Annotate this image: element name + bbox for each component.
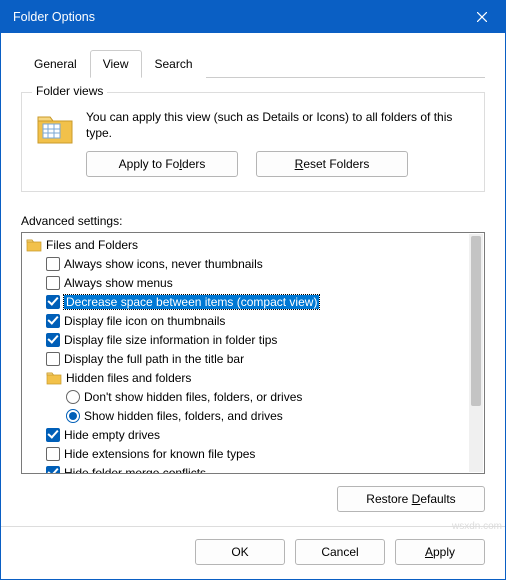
close-button[interactable] [459,1,505,33]
tree-item-label: Hide extensions for known file types [64,447,255,461]
checkbox[interactable] [46,428,60,442]
tree-item-label: Display file size information in folder … [64,333,277,347]
radio[interactable] [66,390,80,404]
folder-views-description: You can apply this view (such as Details… [86,109,470,141]
checkbox[interactable] [46,257,60,271]
tree-item-label: Hide folder merge conflicts [64,466,206,474]
tab-strip: General View Search [21,49,485,78]
tab-general[interactable]: General [21,50,90,78]
ok-button[interactable]: OK [195,539,285,565]
tree-item[interactable]: Display file size information in folder … [22,330,468,349]
restore-defaults-button[interactable]: Restore Defaults [337,486,485,512]
tree-item-label: Decrease space between items (compact vi… [64,295,319,309]
tree-item-label: Don't show hidden files, folders, or dri… [84,390,302,404]
apply-button[interactable]: Apply [395,539,485,565]
radio[interactable] [66,409,80,423]
tab-label: General [34,57,77,71]
dialog-footer: OK Cancel Apply [1,526,505,579]
checkbox[interactable] [46,333,60,347]
advanced-settings-label: Advanced settings: [21,214,485,228]
tree-item[interactable]: Always show menus [22,273,468,292]
tree-item-label: Hide empty drives [64,428,160,442]
title-bar: Folder Options [1,1,505,33]
reset-folders-button[interactable]: Reset Folders [256,151,408,177]
apply-to-folders-button[interactable]: Apply to Folders [86,151,238,177]
checkbox[interactable] [46,466,60,474]
tab-label: Search [155,57,193,71]
tree-item-label: Always show icons, never thumbnails [64,257,263,271]
tree-item[interactable]: Don't show hidden files, folders, or dri… [22,387,468,406]
tree-item[interactable]: Hide empty drives [22,425,468,444]
checkbox[interactable] [46,352,60,366]
close-icon [477,12,487,22]
tree-item-label: Always show menus [64,276,173,290]
tree-item-label: Display the full path in the title bar [64,352,244,366]
tree-item[interactable]: Hide extensions for known file types [22,444,468,463]
group-legend: Folder views [32,84,107,98]
checkbox[interactable] [46,276,60,290]
folder-icon [26,237,42,253]
tree-item-label: Display file icon on thumbnails [64,314,225,328]
window-title: Folder Options [13,10,95,24]
scroll-thumb[interactable] [471,236,481,406]
tree-item[interactable]: Always show icons, never thumbnails [22,254,468,273]
tree-folder-label: Files and Folders [46,238,138,252]
tree-folder-root[interactable]: Files and Folders [22,235,468,254]
tab-view[interactable]: View [90,50,142,78]
tree-item[interactable]: Display file icon on thumbnails [22,311,468,330]
checkbox[interactable] [46,447,60,461]
tab-search[interactable]: Search [142,50,206,78]
tab-label: View [103,57,129,71]
tree-item[interactable]: Show hidden files, folders, and drives [22,406,468,425]
tree-item[interactable]: Display the full path in the title bar [22,349,468,368]
advanced-settings-tree[interactable]: Files and Folders Always show icons, neve… [21,232,485,474]
folder-views-group: Folder views You can apply this view (su… [21,92,485,192]
folder-icon [36,109,74,177]
checkbox[interactable] [46,314,60,328]
tree-item[interactable]: Hide folder merge conflicts [22,463,468,473]
folder-icon [46,370,62,386]
checkbox[interactable] [46,295,60,309]
tree-folder[interactable]: Hidden files and folders [22,368,468,387]
tree-item-label: Show hidden files, folders, and drives [84,409,283,423]
cancel-button[interactable]: Cancel [295,539,385,565]
tree-item[interactable]: Decrease space between items (compact vi… [22,292,468,311]
scrollbar[interactable] [469,234,483,472]
tree-folder-label: Hidden files and folders [66,371,191,385]
